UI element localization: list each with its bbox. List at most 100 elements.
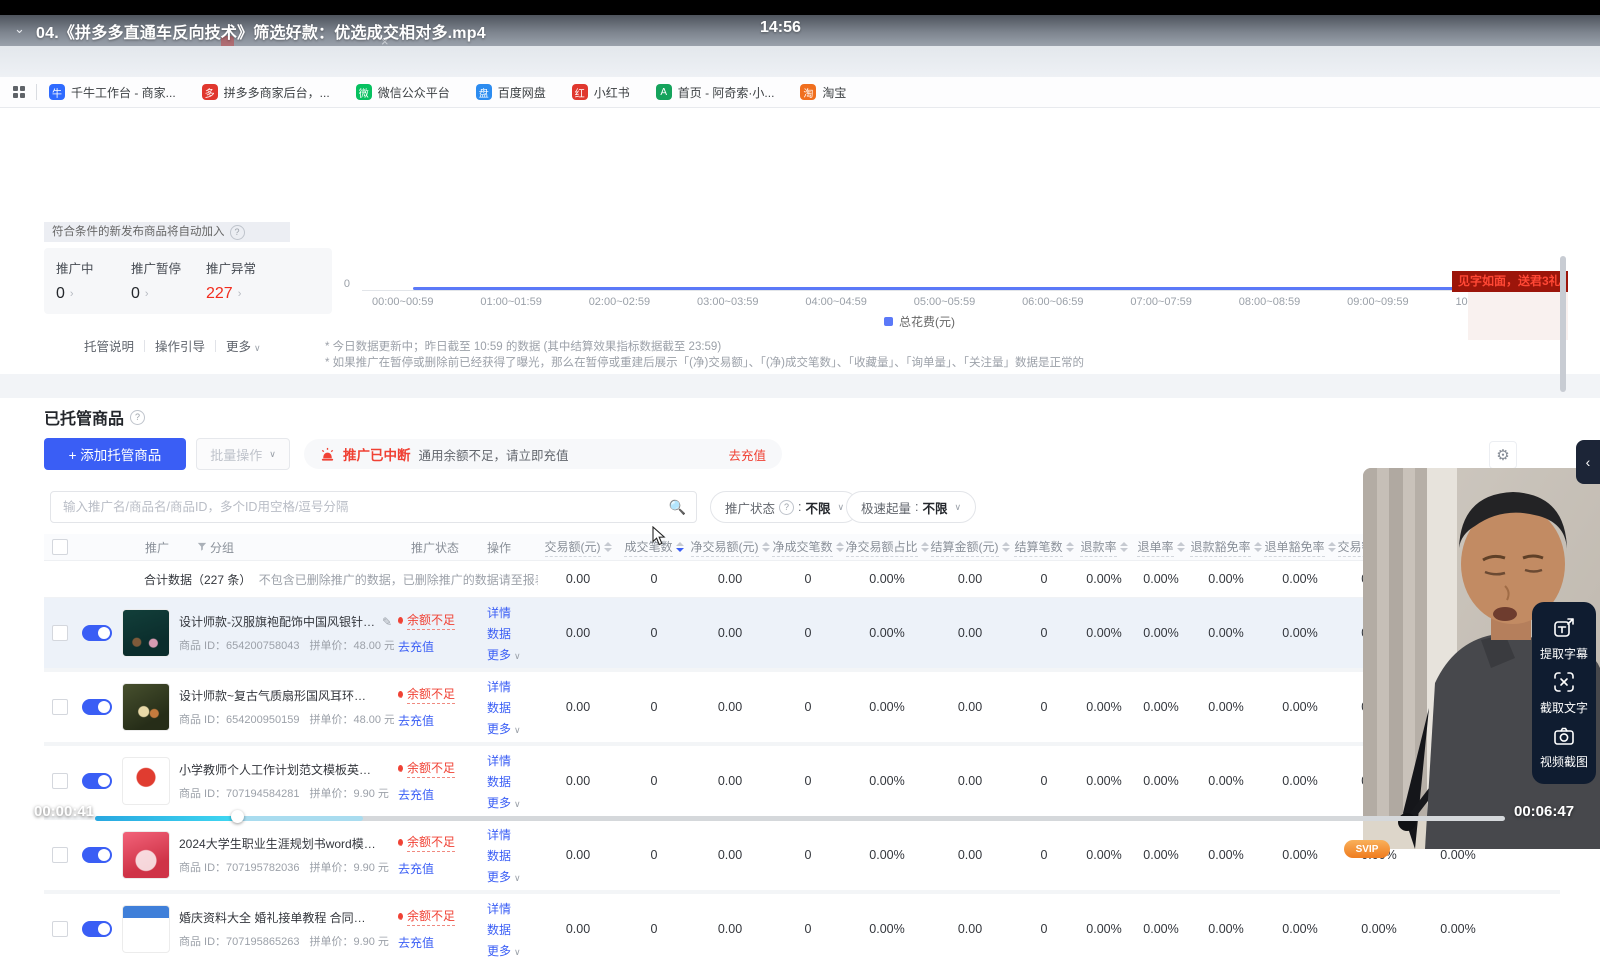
bookmark-item[interactable]: 微微信公众平台 <box>356 84 450 101</box>
detail-link[interactable]: 详情 <box>487 604 538 621</box>
filter-promo-status[interactable]: 推广状态 ?: 不限 ∨ <box>710 491 859 523</box>
bookmark-item[interactable]: 淘淘宝 <box>800 84 846 101</box>
collapse-chevron-icon[interactable]: ⌄ <box>14 21 25 37</box>
info-icon[interactable]: ? <box>230 225 245 240</box>
sort-asc-icon <box>836 542 844 546</box>
video-tools-panel: 提取字幕 截取文字 视频截图 <box>1532 602 1596 784</box>
sort-arrows-icon[interactable] <box>836 542 844 552</box>
more-link[interactable]: 更多∨ <box>487 942 538 959</box>
select-all-checkbox[interactable] <box>52 539 68 555</box>
stat-paused[interactable]: 推广暂停 0› <box>131 258 206 314</box>
more-link[interactable]: 更多∨ <box>226 336 261 355</box>
progress-handle[interactable] <box>231 810 244 823</box>
promotion-toggle[interactable] <box>82 847 112 863</box>
more-link[interactable]: 更多∨ <box>487 646 538 663</box>
bookmark-item[interactable]: A首页 - 阿奇索·小... <box>656 84 775 101</box>
scrollbar-thumb[interactable] <box>1560 256 1566 392</box>
gear-icon[interactable]: ⚙ <box>1489 441 1517 469</box>
metric-column-header[interactable]: 退单豁免率 <box>1262 538 1338 557</box>
metric-column-header[interactable]: 交易额(元) <box>538 538 618 557</box>
search-icon[interactable]: 🔍 <box>669 499 686 516</box>
panel-collapse-tab[interactable]: ‹ <box>1576 440 1600 484</box>
metric-column-header[interactable]: 净成交笔数 <box>770 538 846 557</box>
ad-banner[interactable]: 见字如面，送君3礼 <box>1452 271 1568 292</box>
metric-cell: 0.00% <box>1076 700 1132 714</box>
metric-column-header[interactable]: 退款豁免率 <box>1190 538 1262 557</box>
metric-column-header[interactable]: 结算笔数 <box>1012 538 1076 557</box>
sort-arrows-icon[interactable] <box>1120 542 1128 552</box>
filter-speed-boost[interactable]: 极速起量: 不限 ∨ <box>846 491 976 523</box>
recharge-link[interactable]: 去充值 <box>398 712 434 729</box>
detail-link[interactable]: 详情 <box>487 752 538 769</box>
operation-guide-link[interactable]: 操作引导 <box>155 336 205 355</box>
product-title[interactable]: 小学教师个人工作计划范文模板英语语文数学... <box>179 761 377 778</box>
stat-abnormal[interactable]: 推广异常 227› <box>206 258 281 314</box>
promotion-toggle[interactable] <box>82 921 112 937</box>
product-title[interactable]: 设计师款~复古气质扇形国风耳环女民族风耳饰... <box>179 687 377 704</box>
sort-arrows-icon[interactable] <box>1254 542 1262 552</box>
sort-arrows-icon[interactable] <box>604 542 612 552</box>
metric-column-header[interactable]: 净交易额占比 <box>846 538 928 557</box>
recharge-link[interactable]: 去充值 <box>398 786 434 803</box>
metric-cell: 0.00% <box>1262 626 1338 640</box>
recharge-link[interactable]: 去充值 <box>398 934 434 951</box>
row-checkbox[interactable] <box>52 921 68 937</box>
extract-subtitle-button[interactable]: 提取字幕 <box>1540 616 1588 662</box>
metric-column-label: 净交易额(元) <box>691 538 759 557</box>
promotion-toggle[interactable] <box>82 625 112 641</box>
product-title[interactable]: 婚庆资料大全 婚礼接单教程 合同表格 婚礼策划... <box>179 909 377 926</box>
metric-column-header[interactable]: 退单率 <box>1132 538 1190 557</box>
sort-arrows-icon[interactable] <box>1066 542 1074 552</box>
recharge-link[interactable]: 去充值 <box>398 860 434 877</box>
row-checkbox[interactable] <box>52 773 68 789</box>
sort-arrows-icon[interactable] <box>676 542 684 552</box>
info-icon[interactable]: ? <box>130 410 145 425</box>
more-link[interactable]: 更多∨ <box>487 720 538 737</box>
data-link[interactable]: 数据 <box>487 921 538 938</box>
bookmark-item[interactable]: 红小红书 <box>572 84 630 101</box>
apps-grid-icon[interactable] <box>12 85 26 99</box>
promotion-stats-panel: 推广中 0› 推广暂停 0› 推广异常 227› <box>44 248 332 314</box>
detail-link[interactable]: 详情 <box>487 678 538 695</box>
sort-arrows-icon[interactable] <box>1328 542 1336 552</box>
data-link[interactable]: 数据 <box>487 773 538 790</box>
recharge-link[interactable]: 去充值 <box>398 638 434 655</box>
add-hosted-product-button[interactable]: + 添加托管商品 <box>44 438 186 470</box>
promotion-toggle[interactable] <box>82 773 112 789</box>
batch-operation-button[interactable]: 批量操作∨ <box>196 438 290 470</box>
svip-badge[interactable]: SVIP <box>1344 840 1390 858</box>
product-title[interactable]: 设计师款-汉服旗袍配饰中国风银针喜字耳坠镶... <box>179 613 377 630</box>
metric-column-header[interactable]: 净交易额(元) <box>690 538 770 557</box>
detail-link[interactable]: 详情 <box>487 826 538 843</box>
metric-column-label: 结算金额(元) <box>931 538 999 557</box>
more-link[interactable]: 更多∨ <box>487 794 538 811</box>
metric-column-header[interactable]: 退款率 <box>1076 538 1132 557</box>
row-checkbox[interactable] <box>52 847 68 863</box>
data-link[interactable]: 数据 <box>487 625 538 642</box>
bookmark-item[interactable]: 盘百度网盘 <box>476 84 546 101</box>
recharge-link[interactable]: 去充值 <box>728 445 766 464</box>
stat-promoting[interactable]: 推广中 0› <box>56 258 131 314</box>
metric-cell: 0 <box>770 848 846 862</box>
hosting-guide-link[interactable]: 托管说明 <box>84 336 134 355</box>
capture-text-button[interactable]: 截取文字 <box>1540 670 1588 716</box>
sort-arrows-icon[interactable] <box>1002 542 1010 552</box>
product-id-label: 商品 ID：707195865263 <box>179 936 299 948</box>
metric-cell: 0.00% <box>1132 700 1190 714</box>
search-input[interactable] <box>61 499 669 515</box>
more-link[interactable]: 更多∨ <box>487 868 538 885</box>
sort-arrows-icon[interactable] <box>1177 542 1185 552</box>
data-link[interactable]: 数据 <box>487 699 538 716</box>
product-title[interactable]: 2024大学生职业生涯规划书word模板范文工作... <box>179 835 377 852</box>
metric-column-header[interactable]: 结算金额(元) <box>928 538 1012 557</box>
row-checkbox[interactable] <box>52 625 68 641</box>
bookmark-item[interactable]: 多拼多多商家后台，... <box>202 84 330 101</box>
detail-link[interactable]: 详情 <box>487 900 538 917</box>
bookmark-item[interactable]: 牛千牛工作台 - 商家... <box>49 84 176 101</box>
sort-arrows-icon[interactable] <box>762 542 770 552</box>
group-filter[interactable]: 分组 <box>197 539 234 556</box>
video-screenshot-button[interactable]: 视频截图 <box>1540 724 1588 770</box>
promotion-toggle[interactable] <box>82 699 112 715</box>
data-link[interactable]: 数据 <box>487 847 538 864</box>
row-checkbox[interactable] <box>52 699 68 715</box>
